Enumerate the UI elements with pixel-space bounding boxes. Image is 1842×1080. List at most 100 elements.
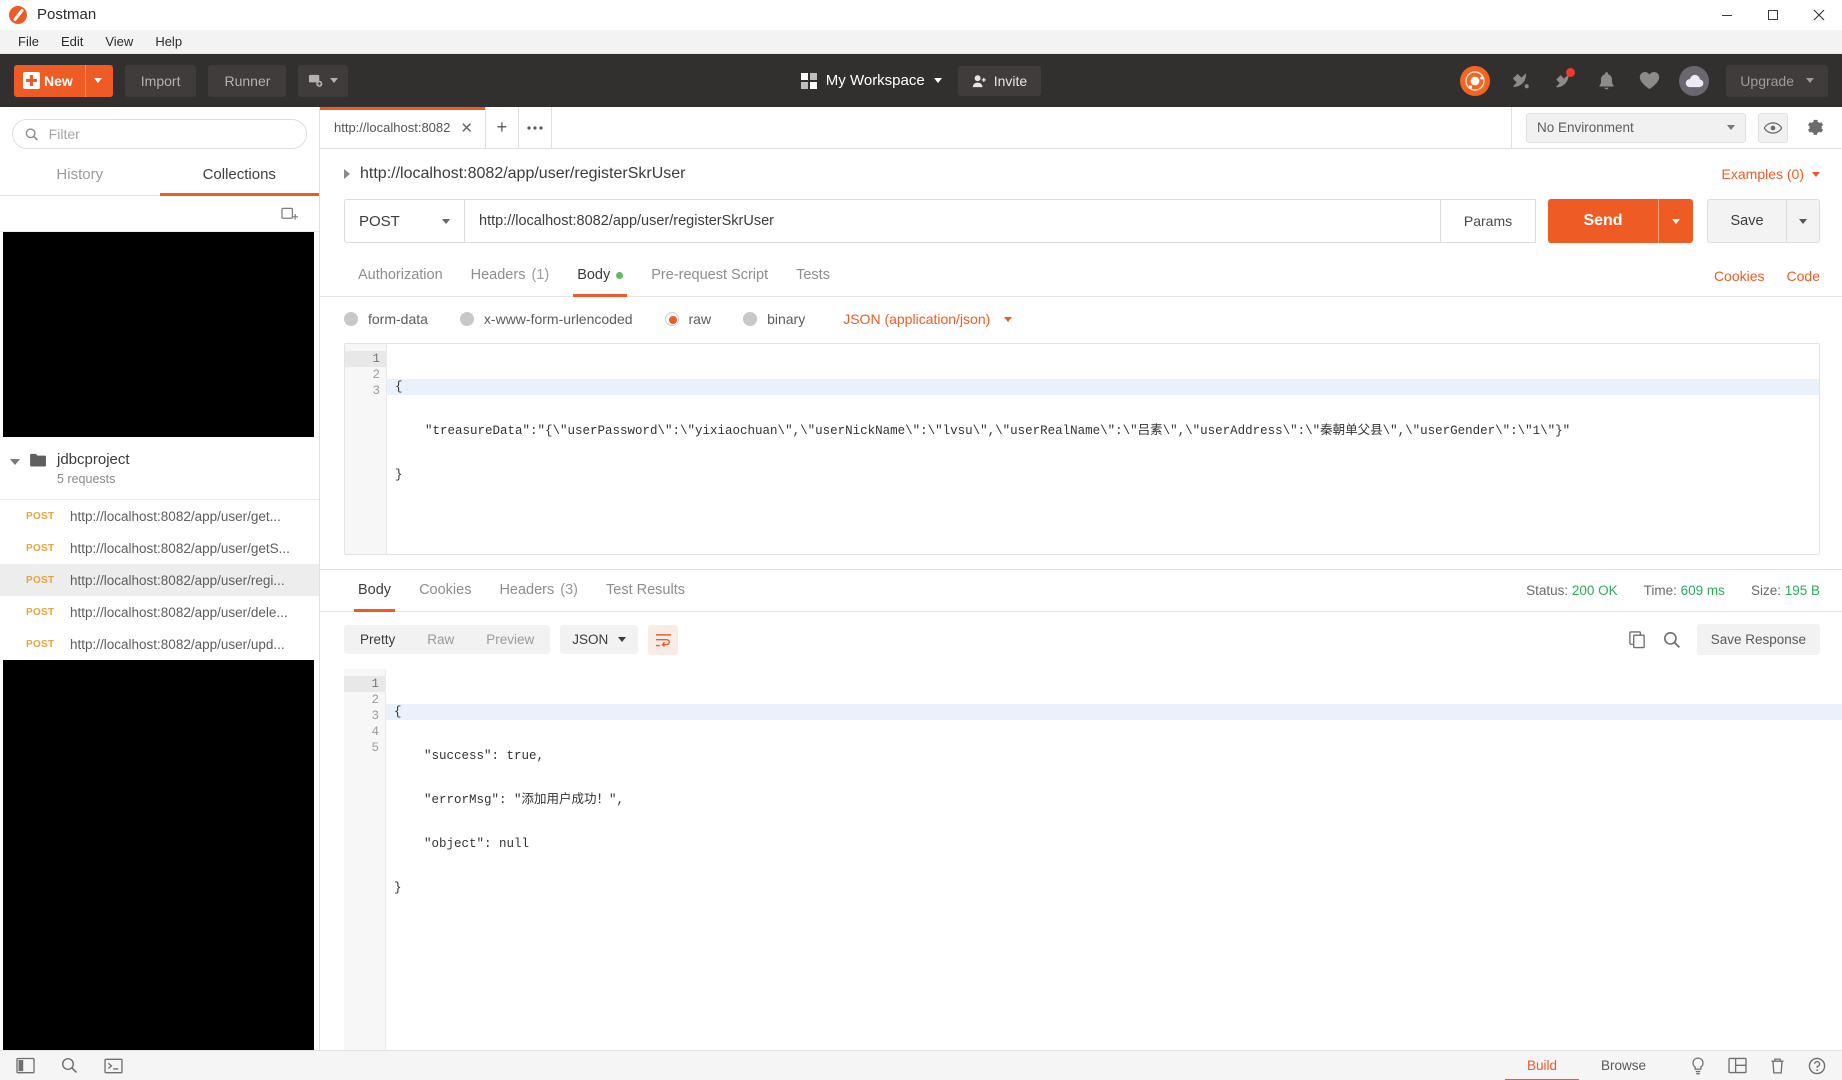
menu-item-view[interactable]: View: [95, 31, 143, 53]
browse-tab[interactable]: Browse: [1579, 1054, 1668, 1077]
close-button[interactable]: [1796, 0, 1842, 30]
menu-item-file[interactable]: File: [8, 31, 49, 53]
copy-icon[interactable]: [1628, 630, 1647, 649]
send-options-button[interactable]: [1658, 199, 1693, 243]
code-link[interactable]: Code: [1787, 268, 1820, 284]
satellite-icon[interactable]: [1507, 68, 1533, 94]
label-binary: binary: [767, 311, 806, 327]
cloud-avatar-icon[interactable]: [1679, 65, 1710, 96]
menu-item-help[interactable]: Help: [145, 31, 192, 53]
menu-bar: File Edit View Help: [0, 30, 1842, 54]
radio-form-data[interactable]: [344, 312, 358, 326]
save-response-button[interactable]: Save Response: [1696, 624, 1820, 655]
examples-dropdown[interactable]: Examples (0): [1722, 166, 1820, 182]
tab-more-button[interactable]: [519, 107, 552, 148]
cookies-link[interactable]: Cookies: [1714, 268, 1765, 284]
heart-icon[interactable]: [1636, 68, 1662, 94]
interceptor-icon[interactable]: [1460, 65, 1491, 96]
tab-authorization[interactable]: Authorization: [344, 255, 457, 296]
upgrade-button[interactable]: Upgrade: [1726, 64, 1828, 97]
console-icon[interactable]: [104, 1058, 123, 1074]
code-line: }: [394, 881, 402, 895]
send-button[interactable]: Send: [1548, 199, 1658, 243]
method-value: POST: [359, 212, 400, 230]
list-item[interactable]: POST http://localhost:8082/app/user/upd.…: [0, 628, 319, 660]
tab-pre-request-script[interactable]: Pre-request Script: [637, 255, 782, 296]
search-icon[interactable]: [1663, 631, 1681, 649]
save-options-button[interactable]: [1787, 199, 1820, 243]
request-tab[interactable]: http://localhost:8082 ✕: [320, 107, 486, 148]
layout-icon[interactable]: [1728, 1057, 1747, 1074]
tab-test-results[interactable]: Test Results: [592, 570, 699, 611]
import-button[interactable]: Import: [124, 64, 197, 97]
radio-binary[interactable]: [743, 312, 758, 326]
tab-body[interactable]: Body: [563, 255, 637, 297]
list-item-selected[interactable]: POST http://localhost:8082/app/user/regi…: [0, 564, 319, 596]
maximize-button[interactable]: [1750, 0, 1796, 30]
add-tab-button[interactable]: +: [486, 107, 519, 148]
search-input[interactable]: [48, 126, 294, 142]
close-icon[interactable]: ✕: [460, 119, 473, 137]
new-dropdown-caret[interactable]: [84, 64, 111, 97]
menu-item-edit[interactable]: Edit: [51, 31, 93, 53]
method-select[interactable]: POST: [344, 199, 464, 243]
tab-collections[interactable]: Collections: [159, 155, 320, 196]
bulb-icon[interactable]: [1690, 1056, 1706, 1075]
collection-info: jdbcproject 5 requests: [57, 450, 130, 486]
line-number: 4: [371, 725, 379, 739]
help-icon[interactable]: [1808, 1057, 1826, 1075]
url-input[interactable]: http://localhost:8082/app/user/registerS…: [464, 199, 1441, 243]
view-mode-raw[interactable]: Raw: [411, 625, 470, 654]
list-item[interactable]: POST http://localhost:8082/app/user/dele…: [0, 596, 319, 628]
view-mode-preview[interactable]: Preview: [470, 625, 550, 654]
code-line: "success": true,: [394, 749, 545, 763]
workspace-selector[interactable]: My Workspace: [800, 72, 942, 89]
collection-request-count: 5 requests: [57, 472, 116, 486]
label-form-data: form-data: [368, 311, 428, 327]
environment-quick-look-button[interactable]: [1758, 112, 1788, 143]
build-tab[interactable]: Build: [1504, 1054, 1580, 1080]
invite-button[interactable]: Invite: [957, 65, 1042, 96]
tab-response-body[interactable]: Body: [344, 570, 405, 612]
tab-response-headers[interactable]: Headers (3): [485, 570, 592, 611]
request-url-label: http://localhost:8082/app/user/upd...: [70, 636, 285, 652]
minimize-button[interactable]: [1704, 0, 1750, 30]
response-format-value: JSON: [572, 632, 609, 647]
tab-tests[interactable]: Tests: [782, 255, 844, 296]
runner-button[interactable]: Runner: [208, 64, 287, 97]
wrap-lines-button[interactable]: [648, 624, 679, 655]
tab-history[interactable]: History: [0, 155, 160, 195]
environment-select[interactable]: No Environment: [1526, 112, 1746, 143]
tab-label: Cookies: [419, 582, 472, 598]
params-button[interactable]: Params: [1441, 199, 1536, 243]
save-button[interactable]: Save: [1707, 199, 1787, 243]
environment-settings-button[interactable]: [1800, 113, 1830, 143]
list-item[interactable]: POST http://localhost:8082/app/user/getS…: [0, 532, 319, 564]
open-new-button[interactable]: [298, 64, 349, 97]
body-format-select[interactable]: JSON (application/json): [843, 311, 1013, 327]
radio-raw[interactable]: [664, 312, 679, 326]
new-collection-icon[interactable]: [281, 206, 299, 222]
chevron-right-icon[interactable]: [344, 169, 350, 179]
request-section-tabs: Authorization Headers (1) Body Pre-reque…: [320, 255, 1842, 297]
request-editor-lines[interactable]: { "treasureData":"{\"userPassword\":\"yi…: [387, 344, 1819, 554]
search-box[interactable]: [12, 119, 307, 149]
bell-icon[interactable]: [1593, 68, 1619, 94]
response-format-select[interactable]: JSON: [560, 625, 639, 654]
view-mode-pretty[interactable]: Pretty: [344, 625, 411, 654]
sidebar-toggle-icon[interactable]: [16, 1057, 35, 1074]
collection-jdbcproject[interactable]: jdbcproject 5 requests: [0, 437, 319, 500]
trash-icon[interactable]: [1769, 1057, 1786, 1075]
new-button[interactable]: New: [14, 64, 113, 97]
radio-urlencoded[interactable]: [459, 312, 474, 326]
search-icon: [25, 127, 39, 141]
response-controls: Pretty Raw Preview JSON Save Response: [320, 612, 1842, 665]
search-icon[interactable]: [61, 1057, 78, 1074]
request-body-editor[interactable]: 1 2 3 { "treasureData":"{\"userPassword\…: [344, 343, 1820, 555]
chevron-down-icon: [1799, 218, 1807, 224]
list-item[interactable]: POST http://localhost:8082/app/user/get.…: [0, 500, 319, 532]
tab-response-cookies[interactable]: Cookies: [405, 570, 485, 611]
sync-icon[interactable]: [1550, 67, 1576, 94]
tab-headers[interactable]: Headers (1): [457, 255, 564, 296]
chevron-down-icon[interactable]: [10, 459, 20, 465]
